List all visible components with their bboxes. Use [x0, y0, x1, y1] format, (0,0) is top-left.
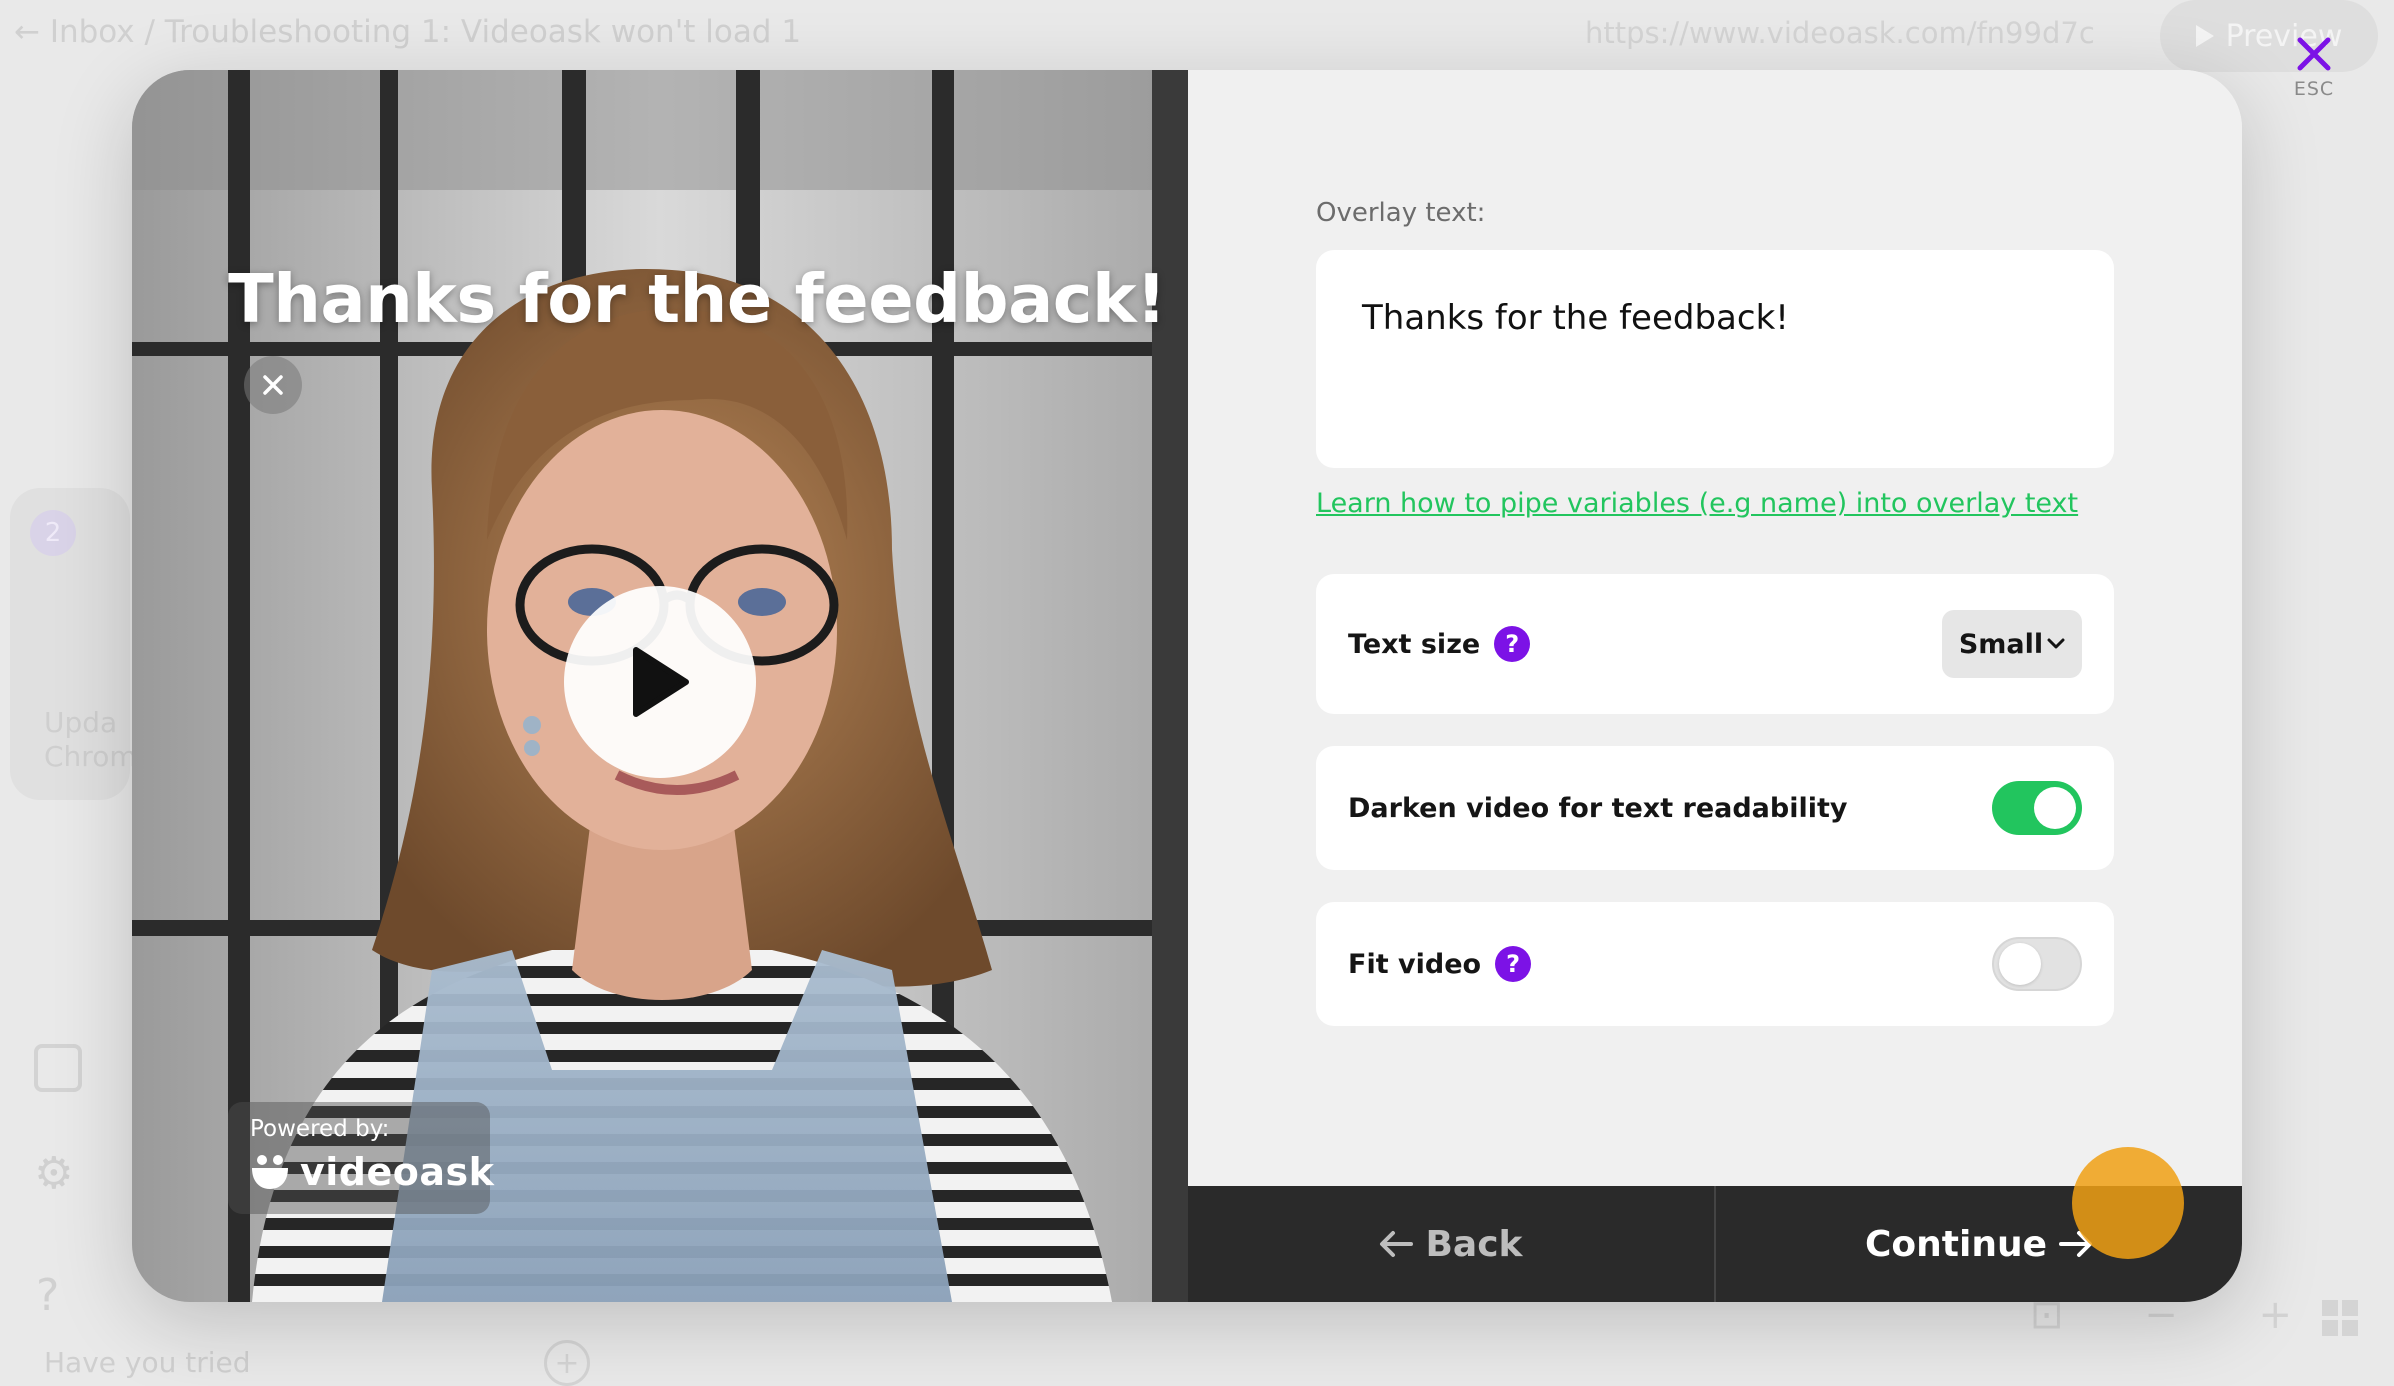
- arrow-left-icon: [1380, 1231, 1414, 1257]
- grid-icon: [2322, 1300, 2358, 1336]
- overlay-text-input[interactable]: Thanks for the feedback!: [1316, 250, 2114, 468]
- toggle-knob: [2034, 787, 2076, 829]
- close-icon: [2297, 37, 2331, 71]
- videoask-logo: videoask: [250, 1150, 494, 1194]
- step-card-text: Upda Chrom: [44, 706, 137, 774]
- fit-video-label: Fit video: [1348, 948, 1482, 980]
- contacts-icon: [34, 1044, 82, 1092]
- powered-by-badge[interactable]: Powered by: videoask: [228, 1102, 494, 1214]
- text-size-value: Small: [1958, 628, 2044, 660]
- esc-label: ESC: [2293, 78, 2335, 100]
- share-url: https://www.videoask.com/fn99d7c: [1585, 16, 2095, 50]
- text-size-label: Text size: [1348, 628, 1481, 660]
- step-card-line-2: Chrom: [44, 740, 137, 773]
- close-modal-button[interactable]: ESC: [2284, 36, 2344, 100]
- gear-icon: ⚙: [34, 1148, 74, 1199]
- pipe-variables-link[interactable]: Learn how to pipe variables (e.g name) i…: [1316, 488, 2078, 519]
- preview-button: Preview: [2160, 0, 2378, 72]
- darken-video-label: Darken video for text readability: [1348, 792, 1848, 824]
- darken-video-row: Darken video for text readability: [1316, 746, 2114, 870]
- step-badge: 2: [30, 510, 76, 556]
- play-button[interactable]: [564, 586, 756, 778]
- brand-name: videoask: [300, 1150, 495, 1194]
- play-icon: [2195, 25, 2214, 47]
- step-card-bottom-text: Have you tried: [44, 1346, 251, 1379]
- powered-by-label: Powered by:: [250, 1116, 390, 1142]
- back-label: Back: [1425, 1223, 1523, 1265]
- fit-video-toggle[interactable]: [1992, 937, 2082, 991]
- breadcrumb: ← Inbox / Troubleshooting 1: Videoask wo…: [14, 14, 802, 50]
- video-preview: Thanks for the feedback! Powered by: vid…: [132, 70, 1188, 1302]
- step-card-line-1: Upda: [44, 706, 118, 739]
- back-button[interactable]: Back: [1188, 1186, 1716, 1302]
- text-size-help-icon[interactable]: ?: [1494, 626, 1531, 662]
- fit-video-row: Fit video ?: [1316, 902, 2114, 1026]
- video-close-button[interactable]: [244, 356, 302, 414]
- cursor-highlight: [2072, 1147, 2184, 1259]
- text-size-row: Text size ? Small: [1316, 574, 2114, 714]
- videoask-logo-icon: [252, 1155, 288, 1189]
- text-size-select[interactable]: Small: [1942, 610, 2082, 678]
- darken-video-toggle[interactable]: [1992, 781, 2082, 835]
- continue-label: Continue: [1864, 1223, 2047, 1265]
- overlay-text-label: Overlay text:: [1316, 198, 1486, 228]
- play-icon: [633, 647, 689, 717]
- fit-video-help-icon[interactable]: ?: [1495, 946, 1532, 982]
- overlay-text-modal: Thanks for the feedback! Powered by: vid…: [132, 70, 2242, 1302]
- settings-panel: Overlay text: Thanks for the feedback! L…: [1188, 70, 2242, 1186]
- help-icon: ?: [36, 1270, 60, 1321]
- overlay-title-preview: Thanks for the feedback!: [228, 260, 1167, 338]
- toggle-knob: [1999, 943, 2041, 985]
- add-step-icon: +: [544, 1340, 590, 1386]
- close-icon: [263, 375, 283, 395]
- chevron-down-icon: [2047, 638, 2065, 649]
